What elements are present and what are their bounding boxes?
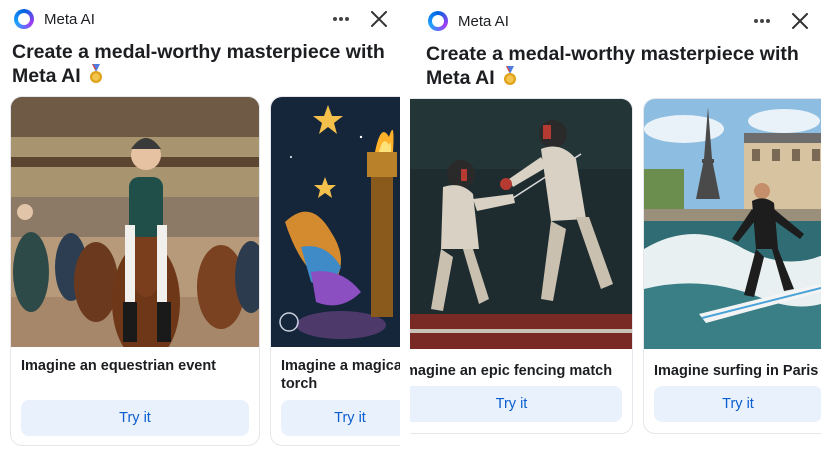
brand-name: Meta AI — [44, 10, 95, 28]
headline-text: Create a medal-worthy masterpiece with M… — [426, 43, 799, 89]
close-icon — [371, 11, 387, 27]
meta-ai-panel-right: Meta AI Create a medal-worthy masterpiec… — [410, 0, 821, 457]
more-icon — [754, 19, 770, 23]
meta-ai-panel-left: Meta AI Create a medal-worthy masterpiec… — [0, 0, 400, 457]
medal-icon — [501, 66, 519, 92]
card-caption: Imagine an equestrian event — [21, 358, 217, 374]
headline-text: Create a medal-worthy masterpiece with M… — [12, 41, 385, 87]
try-it-button[interactable]: Try it — [654, 386, 821, 422]
card-surfing[interactable]: Imagine surfing in Paris Try it — [643, 98, 821, 434]
card-caption: Imagine a magical torch — [281, 358, 400, 392]
try-it-button[interactable]: Try it — [410, 386, 622, 422]
card-caption: Imagine an epic fencing match — [410, 363, 613, 379]
headline: Create a medal-worthy masterpiece with M… — [426, 42, 816, 92]
equestrian-rider-photo — [11, 97, 259, 347]
panel-header: Meta AI — [428, 8, 811, 34]
more-options-button[interactable] — [328, 6, 354, 32]
brand-name: Meta AI — [458, 12, 509, 30]
close-button[interactable] — [368, 8, 390, 30]
try-it-button[interactable]: Try it — [21, 400, 249, 436]
panel-header: Meta AI — [14, 6, 390, 32]
headline: Create a medal-worthy masterpiece with M… — [12, 40, 400, 90]
close-button[interactable] — [789, 10, 811, 32]
card-caption: Imagine surfing in Paris — [654, 363, 819, 379]
magical-torch-illustration — [271, 97, 400, 347]
more-icon — [333, 17, 349, 21]
card-magical-torch[interactable]: Imagine a magical torch Try it — [270, 96, 400, 446]
meta-ai-logo-icon — [14, 9, 34, 29]
card-equestrian[interactable]: Imagine an equestrian event Try it — [10, 96, 260, 446]
card-fencing[interactable]: Imagine an epic fencing match Try it — [410, 98, 633, 434]
medal-icon — [87, 64, 105, 90]
close-icon — [792, 13, 808, 29]
more-options-button[interactable] — [749, 8, 775, 34]
meta-ai-logo-icon — [428, 11, 448, 31]
fencing-match-photo — [410, 99, 632, 349]
surfing-paris-photo — [644, 99, 821, 349]
try-it-button[interactable]: Try it — [281, 400, 400, 436]
